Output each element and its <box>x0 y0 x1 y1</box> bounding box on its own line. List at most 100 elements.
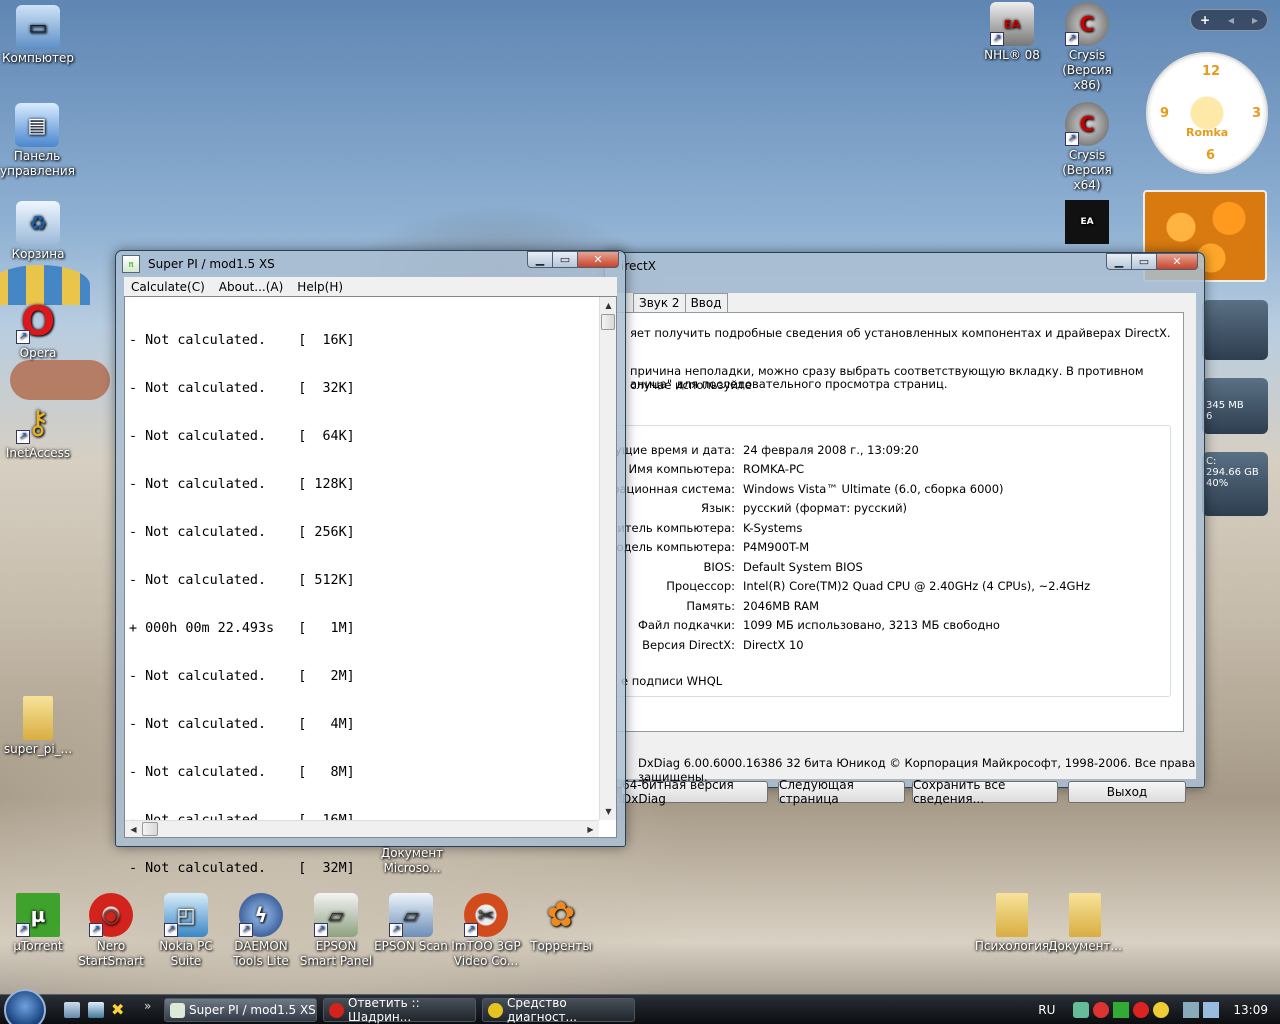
chevron-left-icon[interactable]: ◂ <box>1219 13 1243 27</box>
disk-gadget[interactable]: C: 294.66 GB 40% <box>1202 452 1268 516</box>
clock-gadget[interactable]: 12 3 6 9 Romka <box>1146 52 1268 174</box>
clock-number: 3 <box>1252 106 1262 121</box>
menu-about[interactable]: About...(A) <box>212 280 291 294</box>
desktop-icon-label: super_pi_... <box>3 742 73 756</box>
superpi-app-icon: π <box>122 255 140 273</box>
results-list: - Not calculated. [ 16K] - Not calculate… <box>129 301 355 909</box>
whql-checkbox-label[interactable]: е подписи WHQL <box>621 674 722 688</box>
next-page-button[interactable]: Следующая страница <box>778 778 905 806</box>
shortcut-arrow-icon: ↗ <box>1065 132 1079 146</box>
desktop-icon-opera[interactable]: O ↗ Opera <box>0 300 76 361</box>
clock-number: 6 <box>1206 148 1216 163</box>
desktop-icon-imtoo[interactable]: ✂ ↗ ImTOO 3GP Video Co... <box>448 893 524 969</box>
tray-icon[interactable] <box>1093 1002 1110 1018</box>
chevron-right-icon[interactable]: ▸ <box>1243 13 1267 27</box>
quicklaunch-icon[interactable]: ✖ <box>111 1000 124 1019</box>
sysinfo-value: 2046MB RAM <box>743 599 820 613</box>
system-tray: RU 13:09 <box>1038 995 1280 1024</box>
vertical-scrollbar[interactable]: ▲ ▼ <box>599 297 616 820</box>
taskbar-item-superpi[interactable]: Super PI / mod1.5 XS <box>164 998 317 1022</box>
desktop-icon-utorrent[interactable]: µ ↗ µTorrent <box>0 893 76 954</box>
result-line: - Not calculated. [ 4M] <box>129 717 355 732</box>
utorrent-tray-icon[interactable] <box>1113 1002 1130 1018</box>
clock-time[interactable]: 13:09 <box>1233 1003 1268 1017</box>
sidebar-controls[interactable]: + ◂ ▸ <box>1190 9 1268 31</box>
result-line: - Not calculated. [ 16K] <box>129 333 355 348</box>
desktop-icon-daemon[interactable]: ϟ ↗ DAEMON Tools Lite <box>223 893 299 969</box>
show-desktop-icon[interactable] <box>64 1002 80 1018</box>
close-button[interactable]: ✕ <box>577 251 619 268</box>
nba-live-icon: EA <box>1065 200 1109 244</box>
memory-gadget[interactable]: 345 MB 6 <box>1202 378 1268 434</box>
sysinfo-value: Windows Vista™ Ultimate (6.0, сборка 600… <box>743 482 1004 496</box>
sysinfo-value: 1099 МБ использовано, 3213 МБ свободно <box>743 618 1000 632</box>
tray-icon[interactable] <box>1133 1002 1150 1018</box>
menu-calculate[interactable]: Calculate(C) <box>124 280 212 294</box>
desktop-icon-nokia[interactable]: ◰ ↗ Nokia PC Suite <box>148 893 224 969</box>
desktop-icon-nero[interactable]: ◉ ↗ Nero StartSmart <box>73 893 149 969</box>
tab-sound2[interactable]: Звук 2 <box>633 293 686 312</box>
scroll-thumb[interactable] <box>142 822 158 836</box>
desktop-icon-superpi-folder[interactable]: super_pi_... <box>0 696 76 757</box>
desktop-icon-documents[interactable]: Документ... <box>1047 893 1123 954</box>
volume-icon[interactable] <box>1203 1002 1220 1018</box>
language-indicator[interactable]: RU <box>1038 1003 1055 1017</box>
desktop-icon-epson-scan[interactable]: ▱ ↗ EPSON Scan <box>373 893 449 954</box>
switch-windows-icon[interactable] <box>88 1002 104 1018</box>
recycle-bin-icon: ♻ <box>16 201 60 245</box>
close-button[interactable]: ✕ <box>1156 253 1198 270</box>
scroll-up-icon[interactable]: ▲ <box>600 297 617 314</box>
scroll-down-icon[interactable]: ▼ <box>600 803 617 820</box>
scroll-right-icon[interactable]: ▶ <box>582 821 599 838</box>
sysinfo-key: Файл подкачки: <box>637 618 735 632</box>
save-all-info-button[interactable]: Сохранить все сведения... <box>912 778 1058 806</box>
menu-help[interactable]: Help(H) <box>290 280 350 294</box>
taskbar-item-opera[interactable]: Ответить :: Шадрин... <box>323 996 476 1024</box>
start-button[interactable] <box>4 989 46 1024</box>
disk-text: 294.66 GB <box>1206 467 1259 478</box>
network-icon[interactable] <box>1183 1002 1200 1018</box>
desktop-icon-crysis-x86[interactable]: C ↗ Crysis (Версия x86) <box>1049 2 1125 93</box>
desktop-icon-inetaccess[interactable]: ⚷ ↗ InetAccess <box>0 400 76 461</box>
clock-number: 9 <box>1160 106 1170 121</box>
desktop-icon-crysis-x64[interactable]: C ↗ Crysis (Версия x64) <box>1049 102 1125 193</box>
result-line: - Not calculated. [ 8M] <box>129 765 355 780</box>
sysinfo-value: P4M900T-M <box>743 540 810 554</box>
desktop-icon-torrents[interactable]: ✿ Торренты <box>523 893 599 954</box>
exit-button[interactable]: Выход <box>1068 781 1186 803</box>
desktop-icon-label: DAEMON Tools Lite <box>233 939 289 968</box>
scroll-thumb[interactable] <box>601 314 615 330</box>
results-pane[interactable]: - Not calculated. [ 16K] - Not calculate… <box>124 296 617 876</box>
control-panel-icon: ▤ <box>15 103 59 147</box>
tray-icon[interactable] <box>1073 1002 1090 1018</box>
maximize-button[interactable]: ▭ <box>1131 253 1157 270</box>
cpu-gadget[interactable] <box>1202 300 1268 360</box>
chevron-right-icon[interactable]: » <box>144 999 151 1013</box>
dxdiag-64bit-button[interactable]: 64-битная версия DxDiag <box>621 778 768 806</box>
shortcut-arrow-icon: ↗ <box>16 430 30 444</box>
desktop-icon-label: Психология <box>974 939 1050 953</box>
desktop-icon-word-doc[interactable]: Документ Microso... <box>374 846 450 876</box>
shortcut-arrow-icon: ↗ <box>16 330 30 344</box>
desktop-icon-recycle-bin[interactable]: ♻ Корзина <box>0 201 76 262</box>
tray-icon[interactable] <box>1153 1002 1170 1018</box>
minimize-button[interactable]: ▁ <box>1106 253 1132 270</box>
horizontal-scrollbar[interactable]: ◀ ▶ <box>125 820 599 837</box>
desktop-icon-computer[interactable]: ▭ Компьютер <box>0 5 76 66</box>
desktop-icon-control-panel[interactable]: ▤ Панель управления <box>0 103 75 179</box>
desktop-icon-nba-live[interactable]: EA <box>1049 200 1125 246</box>
desktop-icon-epson-smart-panel[interactable]: ▱ ↗ EPSON Smart Panel <box>298 893 374 969</box>
minimize-button[interactable]: ▁ <box>527 251 553 268</box>
desktop-icon-nhl08[interactable]: EA ↗ NHL® 08 <box>974 2 1050 63</box>
scroll-left-icon[interactable]: ◀ <box>125 821 142 838</box>
taskbar-item-label: Super PI / mod1.5 XS <box>189 1003 316 1017</box>
shortcut-arrow-icon: ↗ <box>314 923 328 937</box>
add-gadget-icon[interactable]: + <box>1191 13 1219 27</box>
superpi-window[interactable]: π Super PI / mod1.5 XS ▁ ▭ ✕ Calculate(C… <box>115 250 626 876</box>
dxdiag-window[interactable]: irectX ▁ ▭ ✕ Звук 2 Ввод яет получить по… <box>589 252 1205 806</box>
taskbar-item-dxdiag[interactable]: Средство диагност... <box>482 996 635 1024</box>
memory-percent: 6 <box>1206 411 1213 422</box>
tab-input[interactable]: Ввод <box>684 293 728 312</box>
maximize-button[interactable]: ▭ <box>552 251 578 268</box>
desktop-icon-psychology[interactable]: Психология <box>974 893 1050 954</box>
